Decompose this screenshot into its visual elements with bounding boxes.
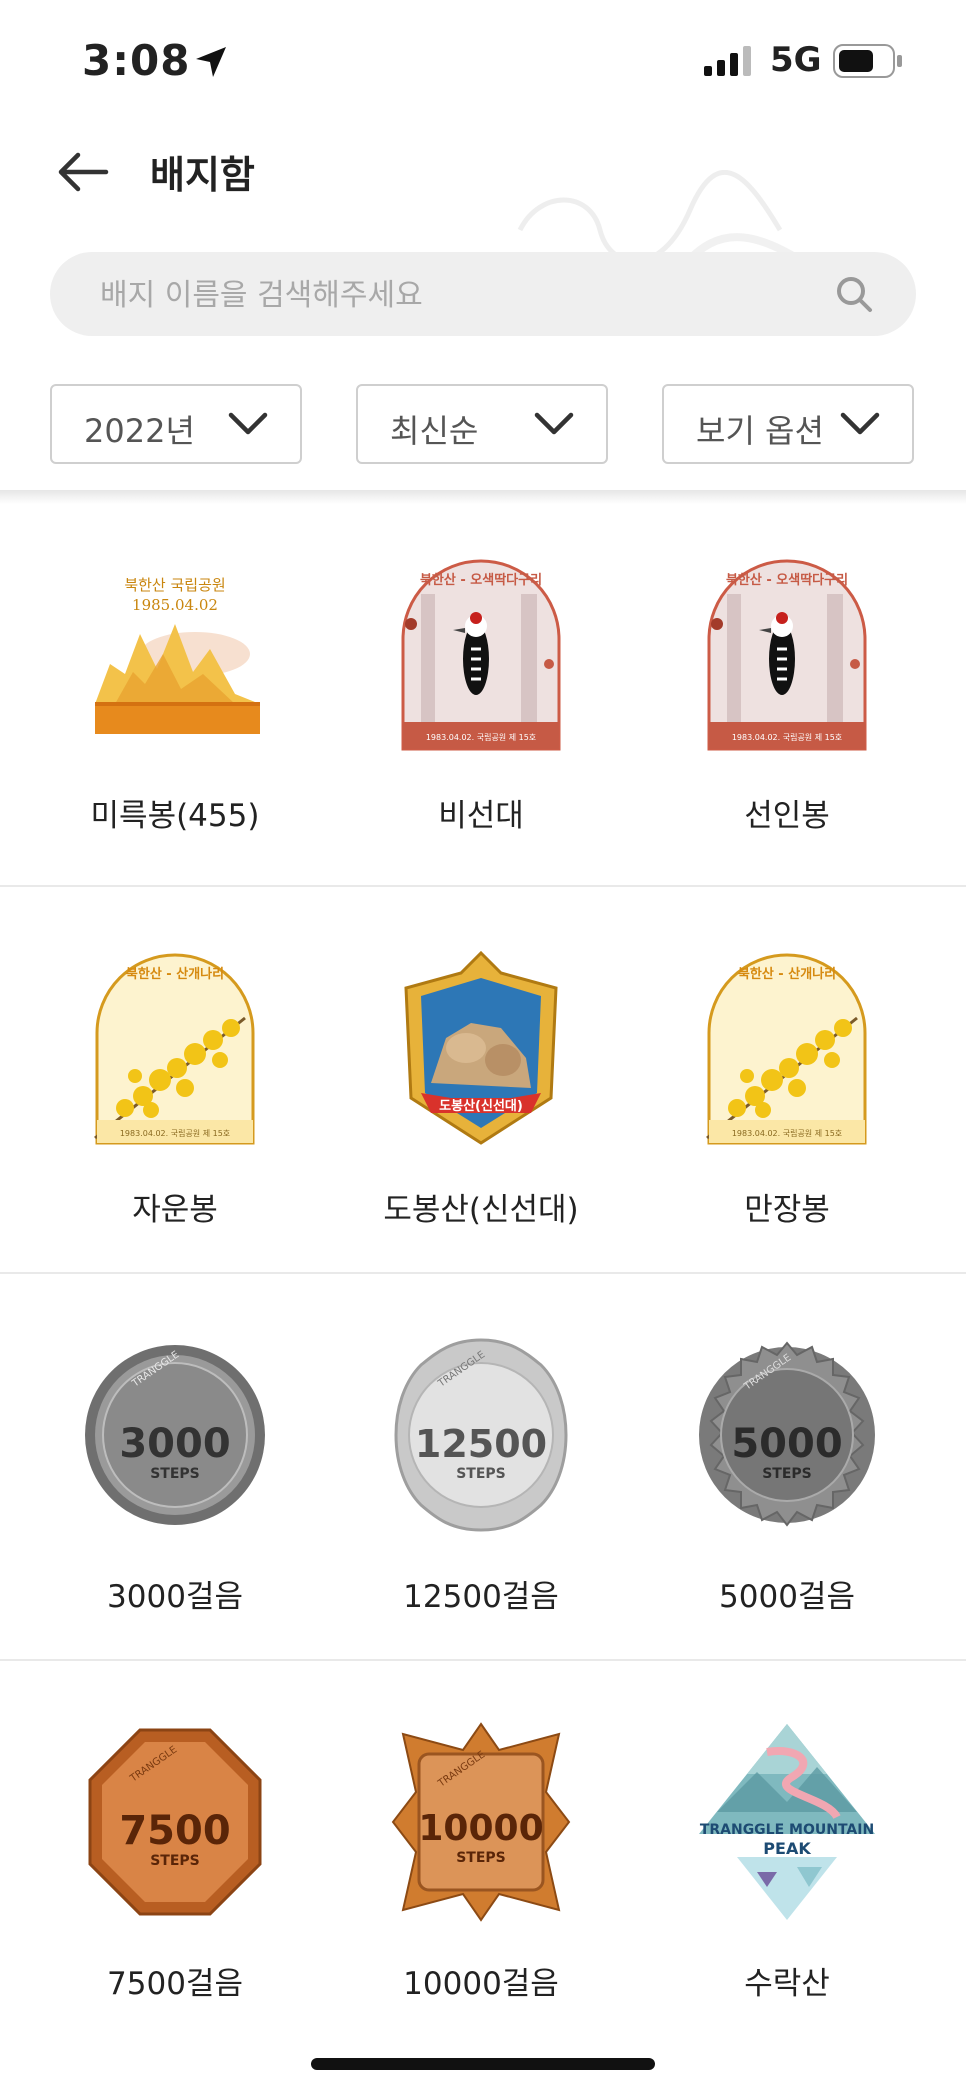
badge-item[interactable]: TRANGGLE 5000 STEPS 5000걸음: [662, 1335, 912, 1635]
badge-sub: PEAK: [763, 1839, 811, 1858]
badge-caption: 북한산 - 오색딱다구리: [420, 572, 542, 588]
badge-sub: STEPS: [456, 1466, 506, 1482]
badge-image: 북한산 - 산개나리 1983.04.02. 국립공원 제 15호: [94, 953, 255, 1145]
sort-filter-label: 최신순: [390, 412, 479, 450]
badge-name: 10000걸음: [403, 1966, 559, 2002]
badge-image: TRANGGLE 7500 STEPS: [88, 1728, 262, 1916]
badge-sub: STEPS: [762, 1466, 812, 1482]
badge-row: 북한산 - 산개나리 1983.04.02. 국립공원 제 15호 자운봉 도봉…: [0, 888, 966, 1274]
badge-sub: STEPS: [150, 1853, 200, 1869]
badge-image: 북한산 - 오색딱다구리 1983.04.02. 국립공원 제 15호: [401, 559, 561, 751]
signal-icon: [704, 46, 754, 80]
badge-date: 1985.04.02: [132, 596, 218, 614]
year-filter-label: 2022년: [84, 412, 195, 450]
badge-item[interactable]: 북한산 - 산개나리 1983.04.02. 국립공원 제 15호 자운봉: [50, 948, 300, 1248]
badge-item[interactable]: TRANGGLE 3000 STEPS 3000걸음: [50, 1335, 300, 1635]
home-indicator[interactable]: [311, 2058, 655, 2070]
badge-sub: STEPS: [456, 1850, 506, 1866]
badge-caption: 북한산 - 산개나리: [126, 966, 224, 982]
page-title: 배지함: [150, 153, 255, 197]
badge-image: 도봉산(신선대): [404, 950, 558, 1145]
badge-image: TRANGGLE 3000 STEPS: [85, 1345, 265, 1525]
badge-image: 북한산 - 오색딱다구리 1983.04.02. 국립공원 제 15호: [707, 559, 867, 751]
badge-date: 1983.04.02. 국립공원 제 15호: [120, 1129, 230, 1138]
badge-item[interactable]: 북한산 - 오색딱다구리 1983.04.02. 국립공원 제 15호 비선대: [356, 554, 606, 854]
year-filter-select[interactable]: 2022년: [50, 384, 302, 464]
badge-item[interactable]: 북한산 국립공원 1985.04.02 미륵봉(455): [50, 554, 300, 854]
badge-caption: 3000: [119, 1421, 230, 1467]
badge-sub: STEPS: [150, 1466, 200, 1482]
badge-item[interactable]: 북한산 - 오색딱다구리 1983.04.02. 국립공원 제 15호 선인봉: [662, 554, 912, 854]
badge-row: TRANGGLE 7500 STEPS 7500걸음 TRANGGLE 1000…: [0, 1662, 966, 2048]
badge-name: 자운봉: [132, 1192, 218, 1228]
network-label: 5G: [770, 40, 822, 80]
badge-name: 3000걸음: [107, 1579, 243, 1615]
badge-name: 수락산: [744, 1966, 830, 2002]
view-options-select[interactable]: 보기 옵션: [662, 384, 914, 464]
badge-image: TRANGGLE 10000 STEPS: [391, 1722, 571, 1922]
back-arrow-icon: [58, 152, 109, 192]
badge-name: 도봉산(신선대): [383, 1192, 579, 1228]
badge-caption: 북한산 - 오색딱다구리: [726, 572, 848, 588]
row-divider: [0, 1659, 966, 1661]
location-arrow-icon: [193, 44, 229, 84]
badge-item[interactable]: TRANGGLE MOUNTAIN PEAK 수락산: [662, 1722, 912, 2022]
badge-image: 북한산 - 산개나리 1983.04.02. 국립공원 제 15호: [706, 953, 867, 1145]
section-divider: [0, 490, 966, 504]
badge-caption: 북한산 국립공원: [124, 576, 225, 594]
badge-date: 1983.04.02. 국립공원 제 15호: [732, 1129, 842, 1138]
back-button[interactable]: [56, 150, 110, 194]
search-icon[interactable]: [834, 274, 874, 318]
badge-item[interactable]: TRANGGLE 7500 STEPS 7500걸음: [50, 1722, 300, 2022]
status-bar: 3:08 5G: [0, 0, 966, 120]
badge-name: 비선대: [438, 798, 524, 834]
badge-date: 1983.04.02. 국립공원 제 15호: [732, 733, 842, 742]
chevron-down-icon: [534, 412, 574, 435]
badge-name: 5000걸음: [719, 1579, 855, 1615]
badge-name: 7500걸음: [107, 1966, 243, 2002]
badge-image: TRANGGLE MOUNTAIN PEAK: [699, 1724, 875, 1920]
badge-caption: 도봉산(신선대): [439, 1098, 523, 1114]
status-time: 3:08: [82, 36, 191, 85]
badge-image: TRANGGLE 12500 STEPS: [394, 1338, 568, 1532]
badge-row: 북한산 국립공원 1985.04.02 미륵봉(455) 북한산 - 오색딱다구…: [0, 504, 966, 890]
badge-item[interactable]: TRANGGLE 12500 STEPS 12500걸음: [356, 1335, 606, 1635]
battery-icon: [833, 44, 903, 82]
badge-item[interactable]: 도봉산(신선대) 도봉산(신선대): [356, 948, 606, 1248]
row-divider: [0, 1272, 966, 1274]
badge-date: 1983.04.02. 국립공원 제 15호: [426, 733, 536, 742]
badge-caption: TRANGGLE MOUNTAIN: [700, 1822, 874, 1838]
chevron-down-icon: [840, 412, 880, 435]
badge-image: 북한산 국립공원 1985.04.02: [95, 576, 260, 734]
badge-name: 선인봉: [744, 798, 830, 834]
badge-item[interactable]: 북한산 - 산개나리 1983.04.02. 국립공원 제 15호 만장봉: [662, 948, 912, 1248]
badge-name: 12500걸음: [403, 1579, 559, 1615]
badge-item[interactable]: TRANGGLE 10000 STEPS 10000걸음: [356, 1722, 606, 2022]
badge-caption: 7500: [119, 1808, 230, 1854]
badge-name: 만장봉: [744, 1192, 830, 1228]
badge-caption: 북한산 - 산개나리: [738, 966, 836, 982]
search-bar: [50, 252, 916, 338]
badge-row: TRANGGLE 3000 STEPS 3000걸음 TRANGGLE 1250…: [0, 1275, 966, 1661]
badge-image: TRANGGLE 5000 STEPS: [699, 1341, 875, 1527]
badge-caption: 12500: [415, 1422, 547, 1466]
sort-filter-select[interactable]: 최신순: [356, 384, 608, 464]
badge-caption: 5000: [731, 1421, 842, 1467]
chevron-down-icon: [228, 412, 268, 435]
search-input[interactable]: [98, 252, 822, 338]
view-options-label: 보기 옵션: [696, 412, 824, 450]
row-divider: [0, 885, 966, 887]
badge-name: 미륵봉(455): [90, 798, 260, 834]
badge-caption: 10000: [418, 1808, 543, 1849]
